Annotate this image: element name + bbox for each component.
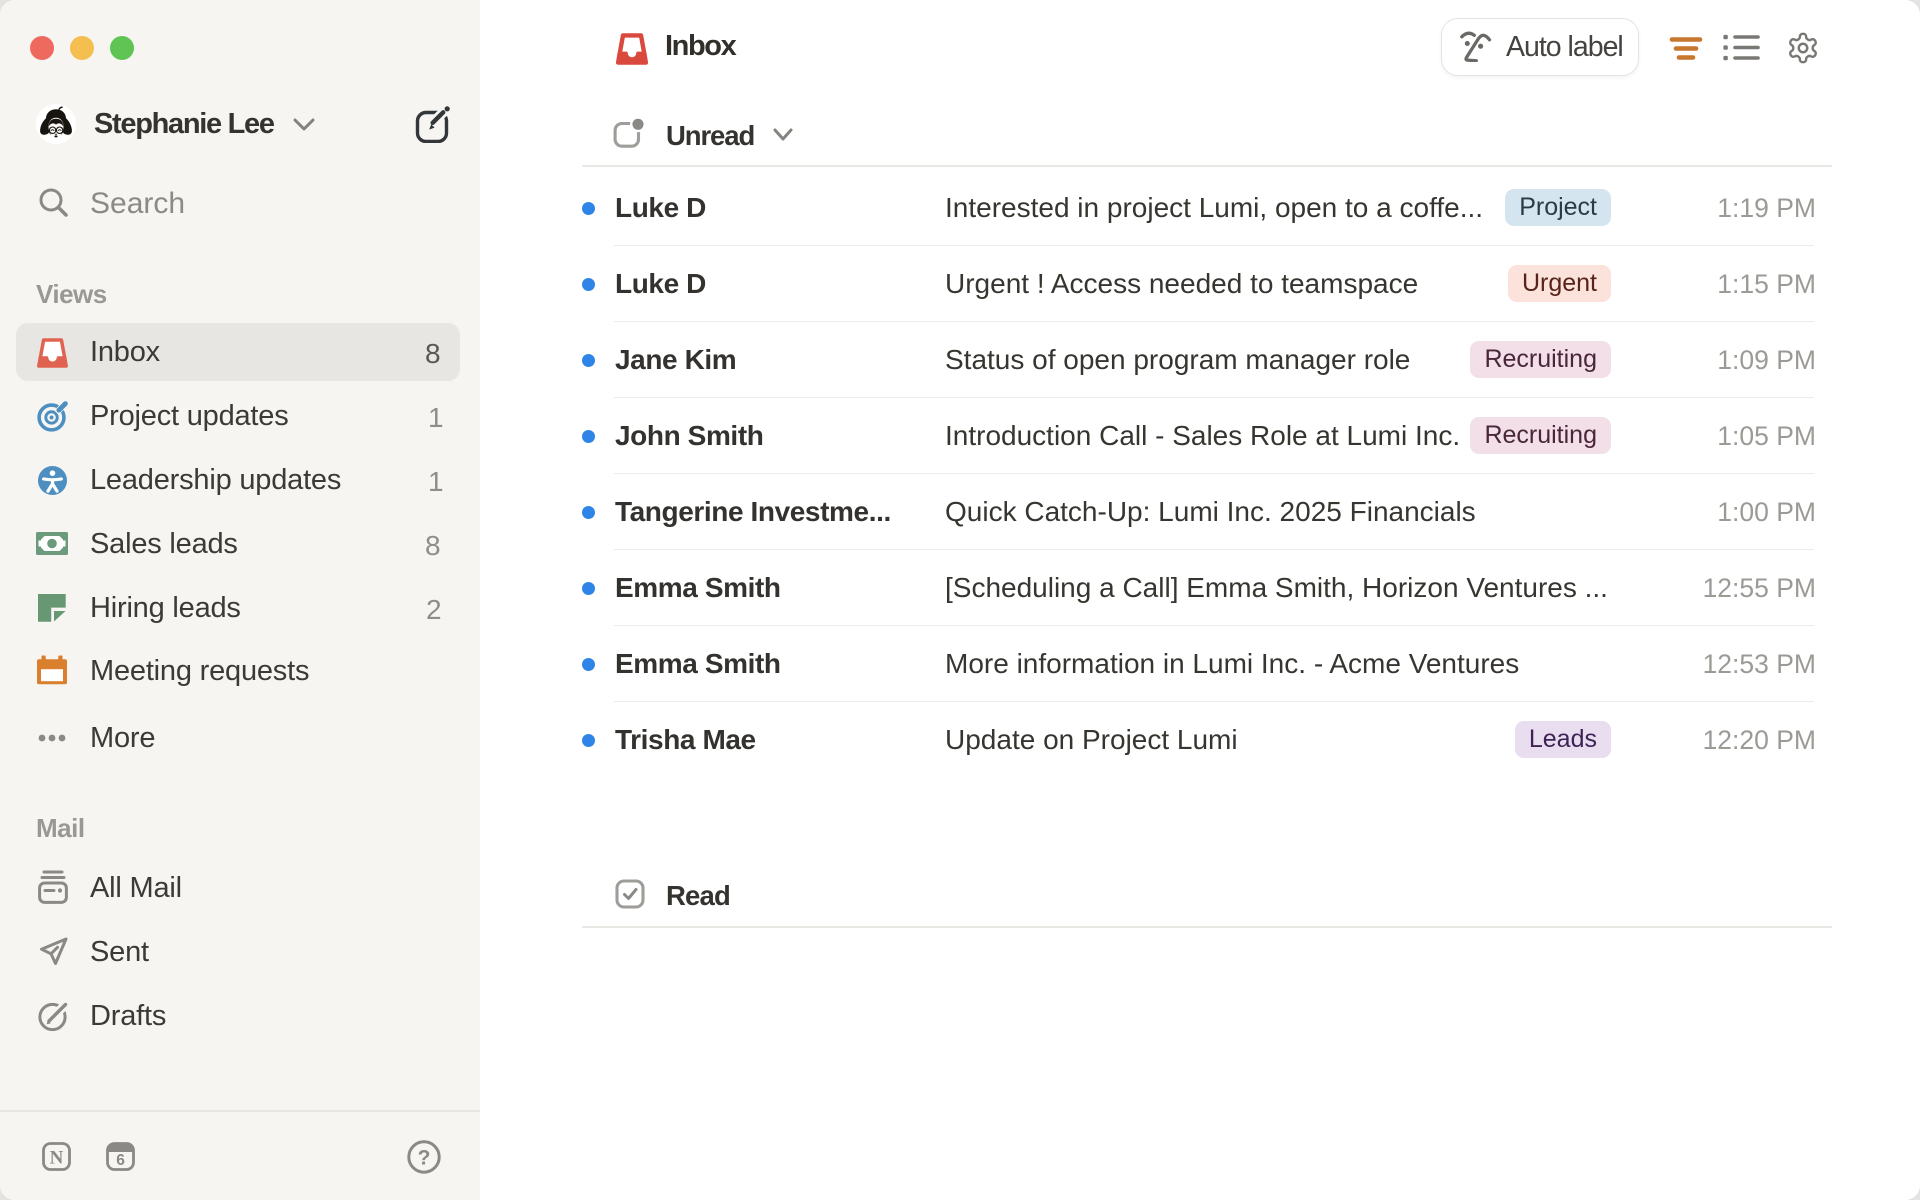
svg-text:6: 6 <box>116 1152 125 1169</box>
svg-text:?: ? <box>418 1147 431 1170</box>
svg-text:N: N <box>50 1148 64 1169</box>
